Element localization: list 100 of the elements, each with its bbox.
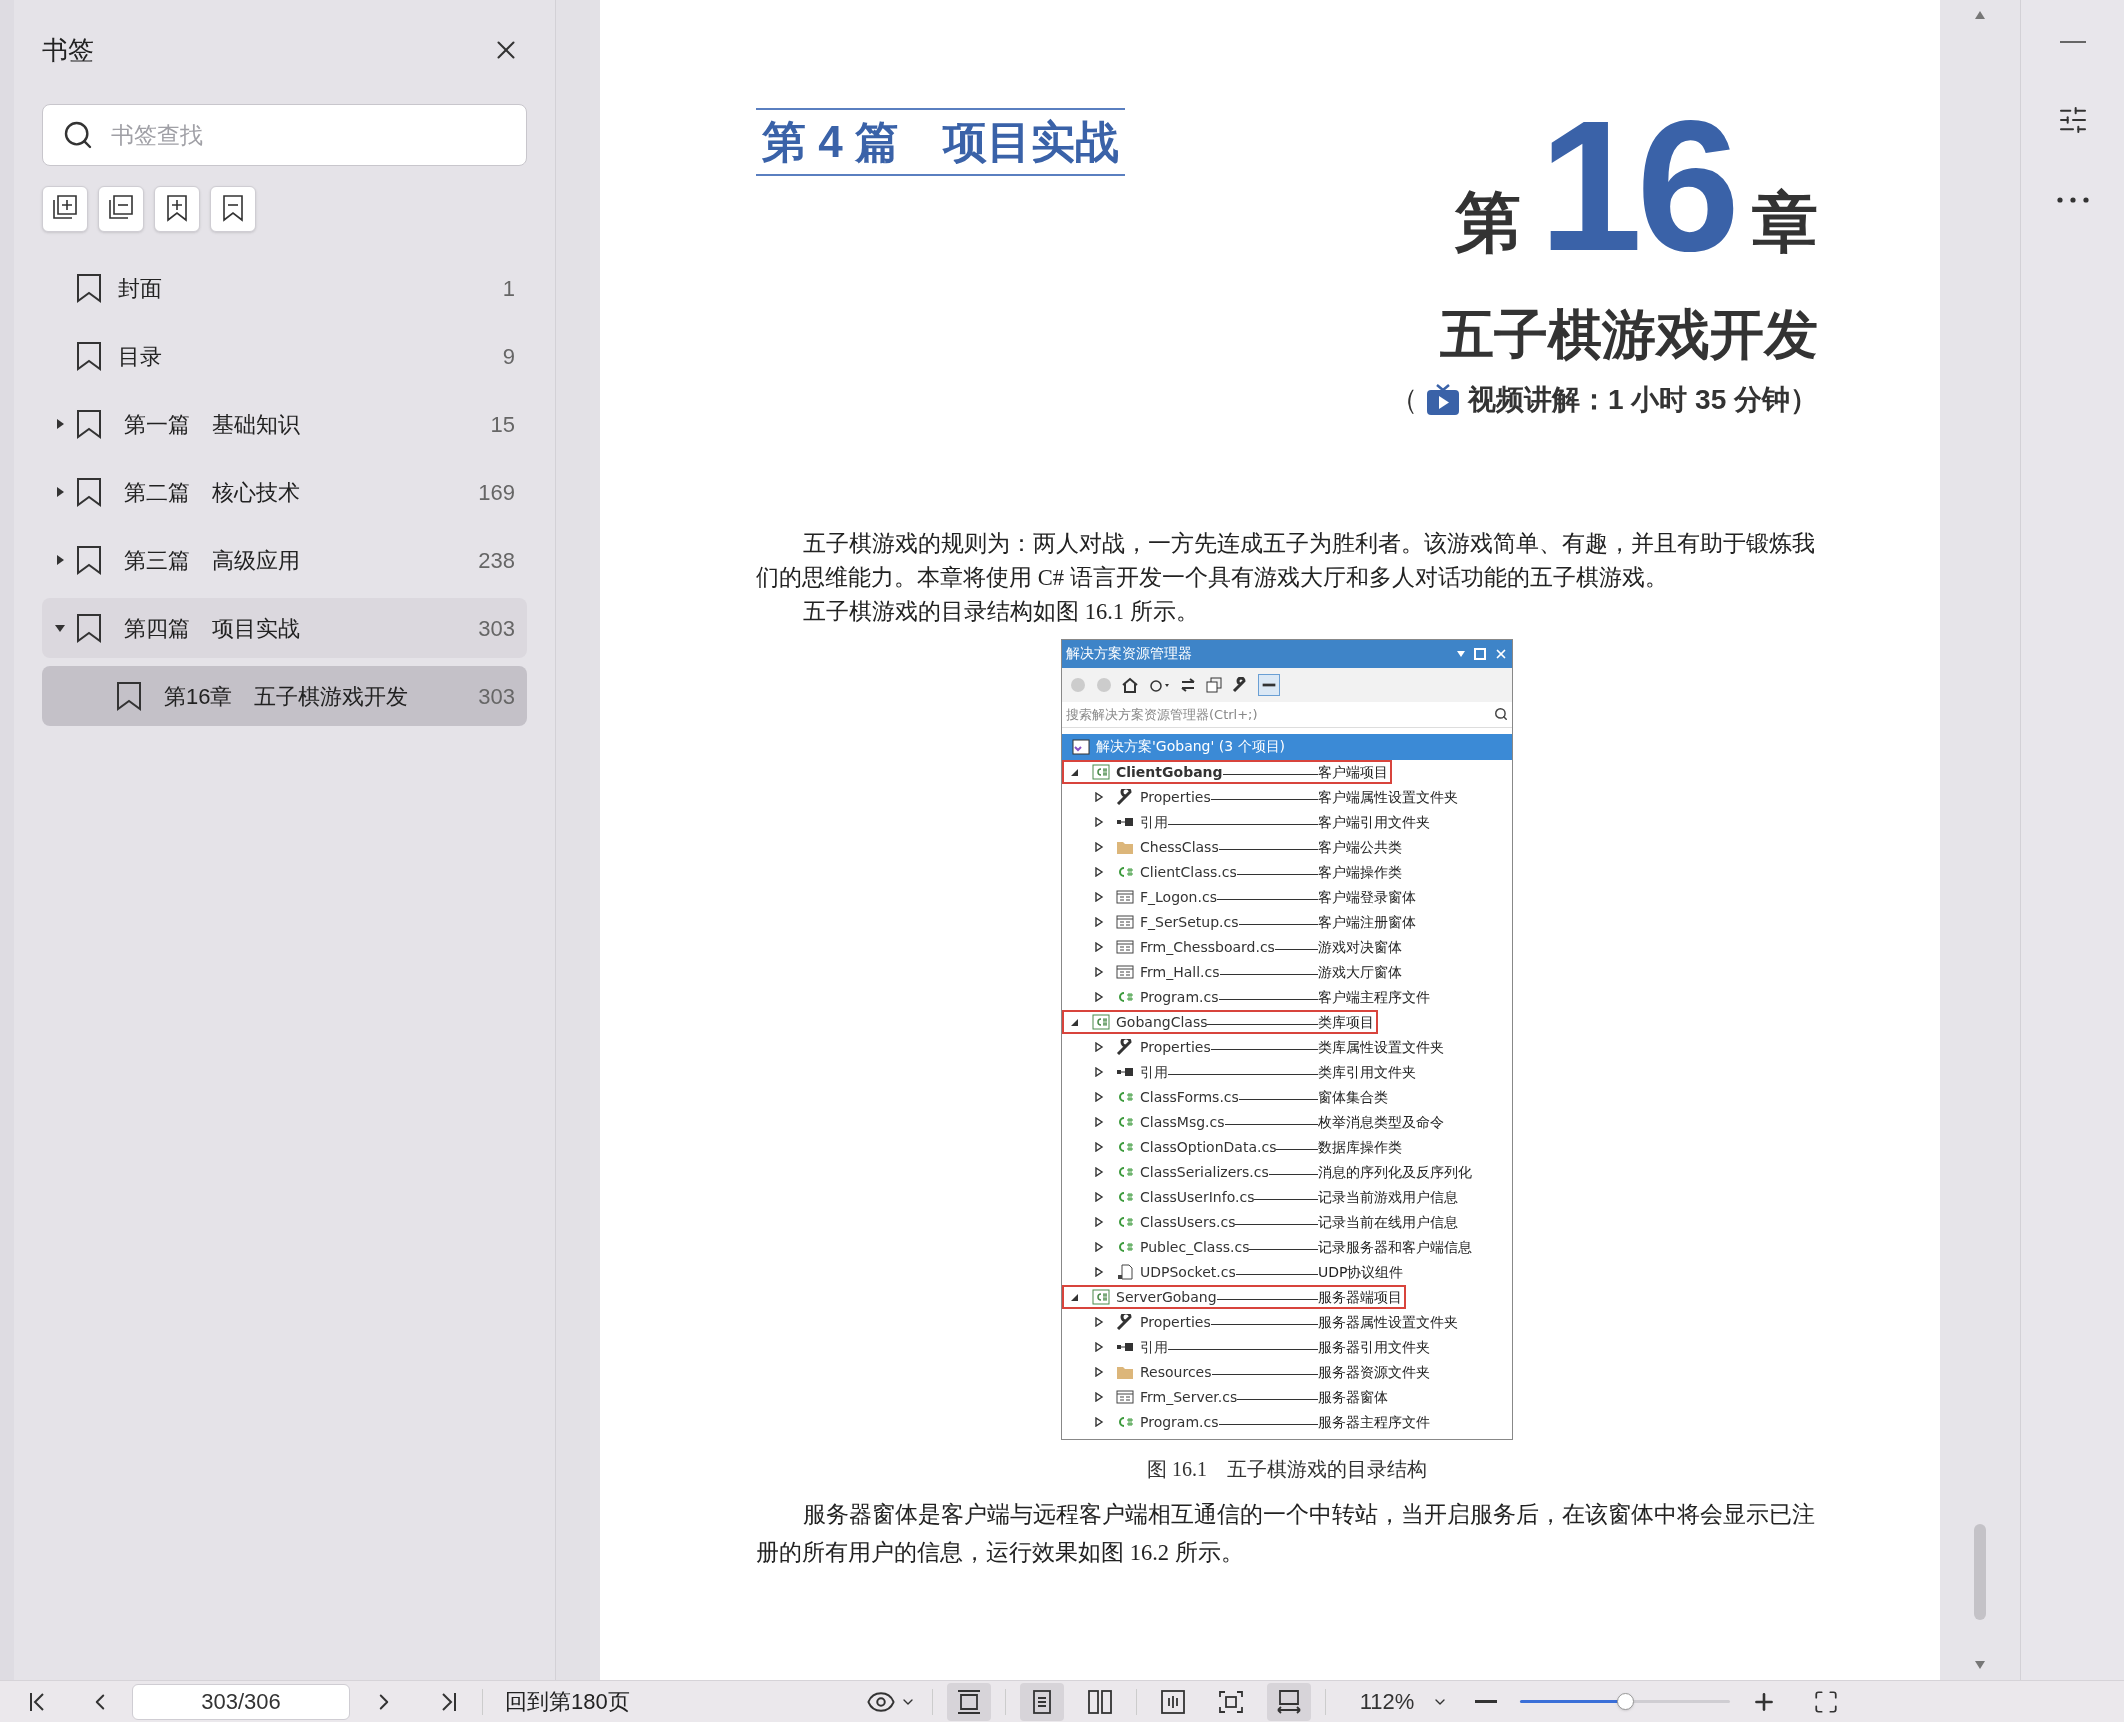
- collapsed-arrow-icon[interactable]: [1094, 1317, 1104, 1328]
- search-field[interactable]: 书签查找: [42, 104, 527, 166]
- tree-item-label[interactable]: Frm_Chessboard.cs: [1140, 936, 1275, 958]
- bookmark-minus-icon: [220, 195, 246, 223]
- collapsed-arrow-icon[interactable]: [1094, 1092, 1104, 1103]
- collapsed-arrow-icon[interactable]: [1094, 792, 1104, 803]
- explorer-search-field[interactable]: 搜索解决方案资源管理器(Ctrl+;): [1062, 701, 1512, 728]
- sync-icon[interactable]: [1180, 676, 1196, 693]
- bookmark-plus-icon: [164, 195, 190, 223]
- tree-item-label[interactable]: ClassForms.cs: [1140, 1086, 1239, 1108]
- bookmark-item[interactable]: 第二篇 核心技术 169: [42, 462, 527, 522]
- bookmark-item[interactable]: 封面 1: [42, 258, 527, 318]
- add-bookmark-button[interactable]: [154, 186, 200, 232]
- tree-item-label[interactable]: Publec_Class.cs: [1140, 1236, 1250, 1258]
- dropdown-icon[interactable]: [1456, 649, 1466, 658]
- page-number-field[interactable]: 303/306: [132, 1683, 350, 1720]
- collapsed-arrow-icon[interactable]: [1094, 1142, 1104, 1153]
- tree-item-label[interactable]: UDPSocket.cs: [1140, 1261, 1236, 1283]
- scrollbar-thumb[interactable]: [1974, 1524, 1986, 1620]
- scroll-up-arrow-icon[interactable]: [1974, 10, 1986, 20]
- tree-item-label[interactable]: ClassMsg.cs: [1140, 1111, 1225, 1133]
- collapsed-arrow-icon[interactable]: [1094, 1167, 1104, 1178]
- back-to-page-link[interactable]: 回到第180页: [505, 1685, 630, 1718]
- bookmark-label: 目录: [118, 342, 162, 371]
- tree-item-label[interactable]: ClassUserInfo.cs: [1140, 1186, 1255, 1208]
- expanded-arrow-icon[interactable]: [1070, 1017, 1080, 1028]
- collapse-all-button[interactable]: [98, 186, 144, 232]
- form-icon: [1116, 964, 1134, 981]
- collapsed-arrow-icon[interactable]: [1094, 1117, 1104, 1128]
- tree-item-label[interactable]: ClientGobang: [1116, 761, 1223, 783]
- video-duration: 视频讲解：1 小时 35 分钟）: [1467, 382, 1818, 417]
- collapsed-triangle-icon[interactable]: [55, 419, 65, 429]
- collapsed-arrow-icon[interactable]: [1094, 1392, 1104, 1403]
- tree-item-label[interactable]: Properties: [1140, 1311, 1211, 1333]
- zoom-dropdown[interactable]: 112%: [1359, 1685, 1449, 1718]
- tree-item-label[interactable]: 引用: [1140, 811, 1168, 833]
- tree-item-label[interactable]: ServerGobang: [1116, 1286, 1217, 1308]
- annotation-text: 客户端属性设置文件夹: [1318, 787, 1459, 807]
- bookmark-item[interactable]: 第一篇 基础知识 15: [42, 394, 527, 454]
- collapsed-triangle-icon[interactable]: [55, 555, 65, 565]
- chapter-title: 五子棋游戏开发: [1440, 306, 1818, 361]
- collapsed-arrow-icon[interactable]: [1094, 1042, 1104, 1053]
- collapsed-arrow-icon[interactable]: [1094, 1217, 1104, 1228]
- tree-item-label[interactable]: F_Logon.cs: [1140, 886, 1217, 908]
- collapsed-arrow-icon[interactable]: [1094, 1192, 1104, 1203]
- tree-item-label[interactable]: Properties: [1140, 1036, 1211, 1058]
- collapsed-arrow-icon[interactable]: [1094, 917, 1104, 928]
- collapsed-arrow-icon[interactable]: [1094, 942, 1104, 953]
- collapsed-arrow-icon[interactable]: [1094, 842, 1104, 853]
- annotation-text: 数据库操作类: [1318, 1137, 1403, 1157]
- tree-item-label[interactable]: F_SerSetup.cs: [1140, 911, 1239, 933]
- tree-item-label[interactable]: 引用: [1140, 1336, 1168, 1358]
- bookmark-item[interactable]: 目录 9: [42, 326, 527, 386]
- zoom-slider-thumb[interactable]: [1617, 1693, 1635, 1710]
- annotation-text: 类库项目: [1318, 1012, 1375, 1032]
- tree-item-label[interactable]: ClientClass.cs: [1140, 861, 1237, 883]
- collapsed-arrow-icon[interactable]: [1094, 1267, 1104, 1278]
- expand-all-button[interactable]: [42, 186, 88, 232]
- home-icon[interactable]: [1122, 676, 1138, 693]
- scroll-down-arrow-icon[interactable]: [1974, 1660, 1986, 1670]
- figure-caption: 图 16.1 五子棋游戏的目录结构: [1147, 1456, 1427, 1482]
- collapsed-arrow-icon[interactable]: [1094, 1367, 1104, 1378]
- collapsed-arrow-icon[interactable]: [1094, 1067, 1104, 1078]
- remove-bookmark-button[interactable]: [210, 186, 256, 232]
- tree-item-label[interactable]: 引用: [1140, 1061, 1168, 1083]
- tree-item-label[interactable]: Frm_Server.cs: [1140, 1386, 1238, 1408]
- tree-item-label[interactable]: ClassOptionData.cs: [1140, 1136, 1277, 1158]
- tree-item-label[interactable]: Properties: [1140, 786, 1211, 808]
- view-mode-button[interactable]: [1019, 1682, 1064, 1721]
- collapsed-arrow-icon[interactable]: [1094, 1417, 1104, 1428]
- collapsed-arrow-icon[interactable]: [1094, 867, 1104, 878]
- wrench-icon[interactable]: [1232, 676, 1248, 693]
- collapsed-arrow-icon[interactable]: [1094, 967, 1104, 978]
- bookmark-item[interactable]: 第三篇 高级应用 238: [42, 530, 527, 590]
- expanded-arrow-icon[interactable]: [1070, 767, 1080, 778]
- tree-item-label[interactable]: Frm_Hall.cs: [1140, 961, 1220, 983]
- view-mode-button[interactable]: [946, 1682, 991, 1721]
- tree-item-label[interactable]: ChessClass: [1140, 836, 1219, 858]
- tree-item-label[interactable]: Resources: [1140, 1361, 1212, 1383]
- tree-item-label[interactable]: ClassUsers.cs: [1140, 1211, 1236, 1233]
- bookmark-item[interactable]: 第16章 五子棋游戏开发 303: [42, 666, 527, 726]
- tree-item-label[interactable]: Program.cs: [1140, 986, 1219, 1008]
- annotation-text: 服务器端项目: [1318, 1287, 1403, 1307]
- tree-item-label[interactable]: GobangClass: [1116, 1011, 1208, 1033]
- expanded-arrow-icon[interactable]: [1070, 1292, 1080, 1303]
- tree-item-label[interactable]: ClassSerializers.cs: [1140, 1161, 1269, 1183]
- expanded-triangle-icon[interactable]: [55, 623, 65, 633]
- view-mode-button[interactable]: [1266, 1682, 1311, 1721]
- maximize-icon[interactable]: [1474, 647, 1486, 660]
- collapsed-triangle-icon[interactable]: [55, 487, 65, 497]
- collapsed-arrow-icon[interactable]: [1094, 992, 1104, 1003]
- collapsed-arrow-icon[interactable]: [1094, 1342, 1104, 1353]
- collapsed-arrow-icon[interactable]: [1094, 892, 1104, 903]
- page-number: 1: [502, 274, 515, 303]
- bookmark-item[interactable]: 第四篇 项目实战 303: [42, 598, 527, 658]
- solution-row[interactable]: 解决方案'Gobang' (3 个项目): [1062, 733, 1512, 760]
- collapsed-arrow-icon[interactable]: [1094, 817, 1104, 828]
- collapsed-arrow-icon[interactable]: [1094, 1242, 1104, 1253]
- tree-item-label[interactable]: Program.cs: [1140, 1411, 1219, 1433]
- body-paragraph: 五子棋游戏的规则为：两人对战，一方先连成五子为胜利者。该游戏简单、有趣，并且有助于锻炼我们的思维能力。本章将使用 C# 语言开发一个具有游戏大厅和多人对话功能的五子棋游戏。: [756, 529, 1816, 592]
